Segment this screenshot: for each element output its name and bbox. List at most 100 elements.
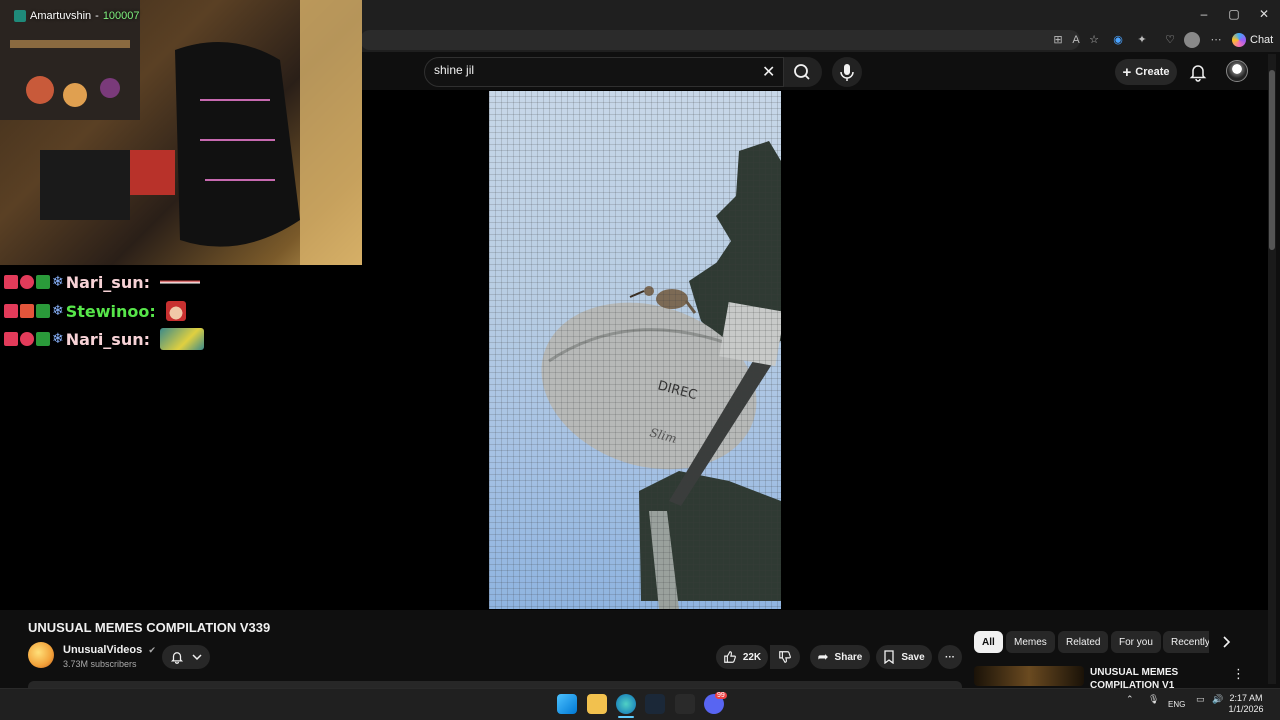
show-hidden-icons-chevron[interactable]: ⌃: [1126, 694, 1134, 705]
chevron-right-icon: [1223, 636, 1231, 648]
verified-icon: ✔: [148, 645, 156, 655]
game-app-icon[interactable]: [675, 694, 695, 714]
snowflake-icon: ❄: [52, 274, 64, 290]
stream-info-label: Amartuvshin - 100007: [14, 10, 140, 22]
active-app-indicator: [618, 716, 634, 718]
create-label: Create: [1135, 66, 1170, 78]
extensions-puzzle-icon[interactable]: ✦: [1134, 32, 1150, 48]
first-badge-icon: [36, 332, 50, 346]
more-vertical-icon[interactable]: ⋮: [1232, 666, 1245, 682]
chip-memes[interactable]: Memes: [1006, 631, 1055, 653]
file-explorer-icon[interactable]: [587, 694, 607, 714]
share-button[interactable]: ➦ Share: [810, 645, 870, 669]
bell-icon: [170, 652, 184, 664]
chip-recently-uploaded[interactable]: Recently: [1163, 631, 1209, 653]
save-button[interactable]: Save: [876, 645, 932, 669]
steam-icon[interactable]: [645, 694, 665, 714]
channel-avatar[interactable]: [28, 642, 54, 668]
bell-icon: [1189, 65, 1207, 82]
volume-icon[interactable]: 🔊: [1212, 694, 1223, 705]
extension-icon[interactable]: ◉: [1110, 32, 1126, 48]
thumbs-down-icon: [779, 651, 791, 663]
notifications-button[interactable]: [1188, 62, 1208, 82]
voice-search-button[interactable]: [832, 57, 862, 87]
chip-label: Recently: [1171, 636, 1209, 648]
read-aloud-icon[interactable]: A: [1068, 32, 1084, 48]
chat-username: Nari_sun:: [65, 329, 150, 349]
chip-for-you[interactable]: For you: [1111, 631, 1161, 653]
more-horizontal-icon: ···: [945, 651, 955, 663]
subscriber-count: 3.73M subscribers: [63, 659, 137, 669]
chip-related[interactable]: Related: [1058, 631, 1109, 653]
channel-name-text: UnusualVideos: [63, 644, 143, 656]
system-clock[interactable]: 2:17 AM 1/1/2026: [1228, 693, 1264, 715]
account-avatar[interactable]: [1226, 60, 1248, 82]
clear-search-icon[interactable]: ✕: [762, 62, 778, 82]
video-frame[interactable]: DIREC Slim: [489, 91, 781, 609]
edge-browser-icon[interactable]: [616, 694, 636, 714]
discord-notification-badge: 99: [715, 692, 727, 699]
clock-date: 1/1/2026: [1228, 704, 1264, 714]
search-icon: [794, 64, 810, 80]
profile-icon[interactable]: [1184, 32, 1200, 48]
search-input-value: shine jil: [434, 63, 475, 77]
webcam-image: [0, 0, 362, 265]
thumbs-up-icon: [723, 651, 736, 663]
stream-viewer-count: 100007: [102, 10, 140, 22]
chip-label: Related: [1066, 636, 1101, 648]
streamer-webcam: [0, 0, 362, 265]
sword-badge-icon: [4, 275, 18, 289]
chips-next-button[interactable]: [1218, 634, 1234, 650]
address-bar[interactable]: [360, 30, 1080, 50]
windows-start-icon[interactable]: [557, 694, 577, 714]
plus-icon: +: [1122, 63, 1132, 81]
app-available-icon[interactable]: ⊞: [1050, 32, 1066, 48]
share-label: Share: [834, 651, 863, 663]
heart-badge-icon: [20, 275, 34, 289]
chat-message: ❄ Nari_sun:: [4, 328, 204, 350]
kick-logo-icon: [14, 10, 26, 22]
microphone-tray-icon[interactable]: 🎙: [1148, 694, 1159, 705]
bookmark-icon: [884, 650, 894, 664]
maximize-button[interactable]: ▢: [1226, 6, 1242, 22]
chat-username: Stewinoo:: [65, 301, 156, 321]
first-badge-icon: [36, 304, 50, 318]
settings-more-icon[interactable]: ⋯: [1208, 32, 1224, 48]
streamer-name: Amartuvshin: [30, 10, 92, 22]
more-actions-button[interactable]: ···: [938, 645, 962, 669]
close-window-button[interactable]: ✕: [1256, 6, 1272, 22]
chevron-down-icon: [192, 654, 202, 661]
minimize-button[interactable]: –: [1196, 6, 1212, 22]
dislike-button[interactable]: [770, 645, 800, 669]
channel-name[interactable]: UnusualVideos ✔: [63, 644, 156, 656]
language-indicator[interactable]: ENG: [1168, 700, 1185, 709]
chip-label: For you: [1119, 636, 1153, 648]
subscription-notification-button[interactable]: [162, 645, 210, 669]
page-scrollbar-thumb[interactable]: [1269, 70, 1275, 250]
first-badge-icon: [36, 275, 50, 289]
chat-message: ❄ Nari_sun:: [4, 271, 200, 293]
snowflake-icon: ❄: [52, 331, 64, 347]
favorite-star-icon[interactable]: ☆: [1086, 32, 1102, 48]
chip-label: All: [982, 636, 995, 648]
chat-message: ❄ Stewinoo:: [4, 300, 186, 322]
chat-emote: [160, 328, 204, 350]
sword-badge-icon: [4, 332, 18, 346]
chat-emote: [165, 301, 186, 321]
chip-all[interactable]: All: [974, 631, 1003, 653]
og-badge-icon: [20, 304, 34, 318]
recommended-video-thumbnail[interactable]: [974, 666, 1084, 686]
create-button[interactable]: + Create: [1115, 59, 1177, 85]
copilot-icon: [1232, 33, 1246, 47]
browser-essentials-icon[interactable]: ♡: [1162, 32, 1178, 48]
search-input[interactable]: [424, 57, 784, 87]
snowflake-icon: ❄: [52, 303, 64, 319]
copilot-chat-button[interactable]: Chat: [1232, 31, 1273, 49]
network-icon[interactable]: ▭: [1196, 694, 1205, 705]
window-screen-overlay: [489, 91, 781, 609]
chat-emote: [160, 272, 200, 292]
like-button[interactable]: 22K: [716, 645, 768, 669]
heart-badge-icon: [20, 332, 34, 346]
windows-taskbar: [0, 688, 1280, 720]
search-button[interactable]: [784, 57, 822, 87]
